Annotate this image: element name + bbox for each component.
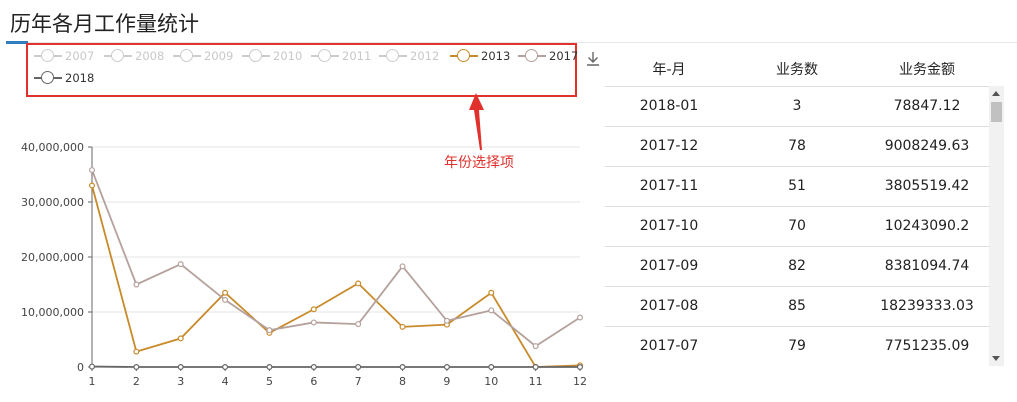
data-point[interactable] — [443, 364, 450, 371]
annotation-label: 年份选择项 — [444, 155, 514, 171]
chart-series — [88, 167, 583, 371]
x-tick-label: 3 — [177, 375, 184, 388]
cell-amount: 18239333.03 — [880, 298, 974, 314]
data-point[interactable] — [488, 307, 495, 314]
cell-month: 2017-08 — [639, 298, 699, 314]
table-row[interactable]: 2017-07 79 7751235.09 — [605, 326, 990, 367]
data-point[interactable] — [576, 364, 583, 371]
column-header-month[interactable]: 年-月 — [605, 59, 733, 79]
data-point[interactable] — [399, 323, 406, 330]
cell-count: 82 — [788, 258, 806, 274]
cell-month: 2017-10 — [639, 218, 699, 234]
x-tick-label: 8 — [399, 375, 406, 388]
table-row[interactable]: 2018-01 3 78847.12 — [605, 86, 990, 127]
x-tick-label: 2 — [133, 375, 140, 388]
x-tick-label: 12 — [573, 375, 587, 388]
data-point[interactable] — [88, 167, 95, 174]
data-point[interactable] — [177, 364, 184, 371]
table-scrollbar[interactable] — [989, 86, 1004, 366]
data-point[interactable] — [488, 364, 495, 371]
column-header-count[interactable]: 业务数 — [733, 59, 861, 79]
cell-amount: 7751235.09 — [884, 338, 970, 354]
cell-count: 79 — [788, 338, 806, 354]
cell-count: 78 — [788, 138, 806, 154]
cell-month: 2017-09 — [639, 258, 699, 274]
x-tick-label: 6 — [310, 375, 317, 388]
x-tick-label: 1 — [89, 375, 96, 388]
data-point[interactable] — [532, 364, 539, 371]
data-point[interactable] — [443, 317, 450, 324]
x-tick-label: 7 — [355, 375, 362, 388]
data-point[interactable] — [310, 306, 317, 313]
table-row[interactable]: 2017-09 82 8381094.74 — [605, 246, 990, 287]
y-tick-label: 20,000,000 — [21, 251, 84, 264]
cell-month: 2018-01 — [639, 98, 699, 114]
data-table: 年-月 业务数 业务金额 2018-01 3 78847.12 2017-12 78 90… — [605, 48, 1005, 370]
table-row[interactable]: 2017-08 85 18239333.03 — [605, 286, 990, 327]
table-row[interactable]: 2017-12 78 9008249.63 — [605, 126, 990, 167]
data-point[interactable] — [222, 364, 229, 371]
scroll-thumb[interactable] — [991, 102, 1002, 122]
annotation-arrow — [469, 93, 484, 150]
data-point[interactable] — [355, 280, 362, 287]
table-row[interactable]: 2017-10 70 10243090.2 — [605, 206, 990, 247]
data-point[interactable] — [222, 296, 229, 303]
cell-count: 3 — [792, 98, 802, 114]
table-row[interactable]: 2017-11 51 3805519.42 — [605, 166, 990, 207]
cell-count: 51 — [788, 178, 806, 194]
cell-amount: 8381094.74 — [884, 258, 970, 274]
scroll-up-icon[interactable] — [992, 91, 1000, 96]
data-point[interactable] — [222, 289, 229, 296]
cell-count: 70 — [788, 218, 806, 234]
data-point[interactable] — [266, 327, 273, 334]
y-tick-label: 0 — [77, 361, 84, 374]
y-tick-label: 10,000,000 — [21, 306, 84, 319]
x-tick-label: 10 — [484, 375, 498, 388]
data-point[interactable] — [488, 289, 495, 296]
cell-count: 85 — [788, 298, 806, 314]
x-tick-label: 5 — [266, 375, 273, 388]
cell-amount: 78847.12 — [893, 98, 961, 114]
data-point[interactable] — [133, 364, 140, 371]
cell-amount: 10243090.2 — [884, 218, 970, 234]
data-point[interactable] — [355, 364, 362, 371]
cell-amount: 9008249.63 — [884, 138, 970, 154]
y-tick-label: 30,000,000 — [21, 196, 84, 209]
line-chart: 0 10,000,000 20,000,000 30,000,000 40,000,00… — [21, 93, 587, 388]
data-point[interactable] — [399, 263, 406, 270]
column-header-amount[interactable]: 业务金额 — [861, 59, 993, 79]
scroll-down-icon[interactable] — [992, 356, 1000, 361]
data-point[interactable] — [355, 321, 362, 328]
cell-month: 2017-11 — [639, 178, 699, 194]
data-point[interactable] — [88, 182, 95, 189]
series-line-2013 — [91, 185, 581, 368]
x-tick-label: 9 — [443, 375, 450, 388]
data-point[interactable] — [133, 348, 140, 355]
data-point[interactable] — [310, 319, 317, 326]
table-header: 年-月 业务数 业务金额 — [605, 48, 990, 86]
cell-amount: 3805519.42 — [884, 178, 970, 194]
data-point[interactable] — [532, 343, 539, 350]
data-point[interactable] — [576, 314, 583, 321]
cell-month: 2017-07 — [639, 338, 699, 354]
x-tick-label: 4 — [222, 375, 229, 388]
x-tick-label: 11 — [529, 375, 543, 388]
data-point[interactable] — [399, 364, 406, 371]
data-point[interactable] — [310, 364, 317, 371]
cell-month: 2017-12 — [639, 138, 699, 154]
chart-axes: 0 10,000,000 20,000,000 30,000,000 40,000,00… — [21, 141, 587, 388]
data-point[interactable] — [177, 335, 184, 342]
y-tick-label: 40,000,000 — [21, 141, 84, 154]
data-point[interactable] — [266, 364, 273, 371]
data-point[interactable] — [177, 261, 184, 268]
data-point[interactable] — [133, 281, 140, 288]
data-point[interactable] — [88, 363, 95, 370]
